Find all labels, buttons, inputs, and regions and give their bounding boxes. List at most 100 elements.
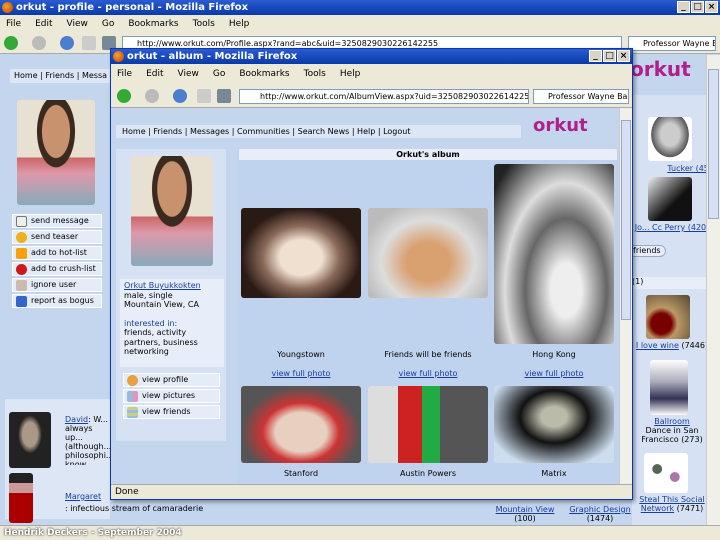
community-graphic-design[interactable]: Graphic Design (1474) — [565, 505, 635, 523]
maximize-button[interactable]: □ — [603, 50, 616, 62]
testimonial-author-link[interactable]: David — [65, 415, 88, 424]
album-photo-austin-powers[interactable] — [368, 386, 488, 463]
album-photo-friends[interactable] — [368, 208, 488, 298]
communities-header: (1) — [632, 277, 712, 289]
testimonial-author-link[interactable]: Margaret — [65, 492, 101, 501]
view-profile-button[interactable]: view profile — [123, 373, 220, 387]
community-wine[interactable]: I love wine (7446) — [632, 341, 712, 350]
profile-name-link[interactable]: Orkut Buyukkokten — [124, 281, 220, 291]
friend-link-tucker[interactable]: Tucker (45) — [632, 164, 712, 173]
firefox-icon — [113, 51, 124, 62]
outer-nav-links[interactable]: Home | Friends | Messa — [10, 69, 110, 83]
menu-edit[interactable]: Edit — [35, 19, 52, 29]
menu-view[interactable]: View — [67, 19, 88, 29]
friend-photo-tucker[interactable] — [648, 117, 692, 161]
view-full-photo-link[interactable]: view full photo — [241, 369, 361, 378]
outer-menu-bar: File Edit View Go Bookmarks Tools Help — [0, 15, 720, 32]
testimonial-avatar-david — [9, 412, 51, 468]
photo-caption: Stanford — [283, 469, 319, 478]
back-icon[interactable] — [4, 36, 18, 50]
send-message-button[interactable]: send message — [12, 214, 102, 228]
add-to-hotlist-button[interactable]: add to hot-list — [12, 246, 102, 260]
profile-interests: friends, activity partners, business net… — [124, 328, 198, 356]
person-icon — [127, 375, 138, 386]
inner-status-bar: Done — [111, 484, 632, 499]
community-ballroom[interactable]: Ballroom Dance in San Francisco (273) — [632, 417, 712, 444]
minimize-button[interactable]: _ — [589, 50, 602, 62]
inner-title-bar: orkut - album - Mozilla Firefox _ □ × — [111, 49, 632, 64]
inner-orkut-logo[interactable]: orkut — [533, 115, 588, 136]
window-title: orkut - album - Mozilla Firefox — [127, 51, 298, 62]
view-full-photo-link[interactable]: view full photo — [494, 369, 614, 378]
album-window: orkut - album - Mozilla Firefox _ □ × File… — [110, 48, 633, 500]
reload-icon[interactable] — [173, 89, 187, 103]
photo-caption: Youngstown — [277, 350, 325, 359]
menu-bookmarks[interactable]: Bookmarks — [128, 19, 178, 29]
menu-tools[interactable]: Tools — [193, 19, 215, 29]
menu-view[interactable]: View — [178, 69, 199, 79]
outer-title-bar: orkut - profile - personal - Mozilla Fir… — [0, 0, 720, 15]
menu-edit[interactable]: Edit — [146, 69, 163, 79]
view-full-photo-link[interactable]: view full photo — [368, 369, 488, 378]
view-all-friends-button[interactable]: friends — [632, 245, 666, 257]
community-social-network[interactable]: Steal This Social Network (7471) — [632, 495, 712, 513]
add-to-crushlist-button[interactable]: add to crush-list — [12, 262, 102, 276]
album-photo-hong-kong[interactable] — [494, 164, 614, 344]
maximize-button[interactable]: □ — [691, 1, 704, 13]
close-button[interactable]: × — [705, 1, 718, 13]
album-photo-youngstown[interactable] — [241, 208, 361, 298]
stop-icon[interactable] — [82, 36, 96, 50]
photo-caption: Austin Powers — [399, 469, 457, 478]
back-icon[interactable] — [117, 89, 131, 103]
inner-search-field[interactable]: Professor Wayne Baker — [533, 89, 629, 104]
stop-icon[interactable] — [197, 89, 211, 103]
minimize-button[interactable]: _ — [677, 1, 690, 13]
menu-bookmarks[interactable]: Bookmarks — [239, 69, 289, 79]
friend-photo-perry[interactable] — [648, 177, 692, 221]
ignore-user-button[interactable]: ignore user — [12, 278, 102, 292]
inner-scrollbar[interactable] — [619, 108, 632, 484]
forward-icon[interactable] — [32, 36, 46, 50]
outer-search-field[interactable]: Professor Wayne Baker — [628, 36, 716, 51]
interested-label: interested in: — [124, 318, 178, 328]
inner-nav-toolbar: http://www.orkut.com/AlbumView.aspx?uid=… — [111, 84, 632, 108]
community-photo-social[interactable] — [644, 453, 688, 493]
inner-url-field[interactable]: http://www.orkut.com/AlbumView.aspx?uid=… — [239, 89, 529, 104]
view-pictures-button[interactable]: view pictures — [123, 389, 220, 403]
friends-icon — [127, 407, 138, 418]
pictures-icon — [127, 391, 138, 402]
home-icon[interactable] — [217, 89, 231, 103]
outer-scrollbar[interactable] — [706, 55, 720, 525]
close-button[interactable]: × — [617, 50, 630, 62]
community-mountain-view[interactable]: Mountain View (100) — [495, 505, 555, 523]
photo-credit-caption: Hendrik Deckers - September 2004 — [0, 525, 720, 540]
friend-link-perry[interactable]: Jo... Cc Perry (420) — [632, 223, 712, 232]
ignore-icon — [16, 280, 27, 291]
report-bogus-button[interactable]: report as bogus — [12, 294, 102, 308]
send-teaser-button[interactable]: send teaser — [12, 230, 102, 244]
menu-go[interactable]: Go — [102, 19, 114, 29]
menu-tools[interactable]: Tools — [304, 69, 326, 79]
album-title: Orkut's album — [239, 149, 617, 160]
inner-nav-links[interactable]: Home | Friends | Messages | Communities … — [116, 125, 521, 138]
profile-location: Mountain View, CA — [124, 300, 199, 309]
firefox-icon — [2, 2, 13, 13]
window-title: orkut - profile - personal - Mozilla Fir… — [16, 2, 249, 13]
menu-go[interactable]: Go — [213, 69, 225, 79]
menu-file[interactable]: File — [6, 19, 21, 29]
community-photo-ballroom[interactable] — [650, 360, 688, 415]
outer-orkut-logo[interactable]: orkut — [630, 57, 691, 81]
album-panel: Orkut's album Youngstown Friends will be… — [237, 149, 619, 485]
menu-help[interactable]: Help — [229, 19, 250, 29]
view-friends-button[interactable]: view friends — [123, 405, 220, 419]
album-photo-matrix[interactable] — [494, 386, 614, 463]
photo-caption: Friends will be friends — [384, 350, 472, 359]
album-photo-stanford[interactable] — [241, 386, 361, 463]
reload-icon[interactable] — [60, 36, 74, 50]
menu-help[interactable]: Help — [340, 69, 361, 79]
report-icon — [16, 296, 27, 307]
inner-profile-photo — [131, 156, 213, 266]
forward-icon[interactable] — [145, 89, 159, 103]
community-photo-wine[interactable] — [646, 295, 690, 339]
menu-file[interactable]: File — [117, 69, 132, 79]
